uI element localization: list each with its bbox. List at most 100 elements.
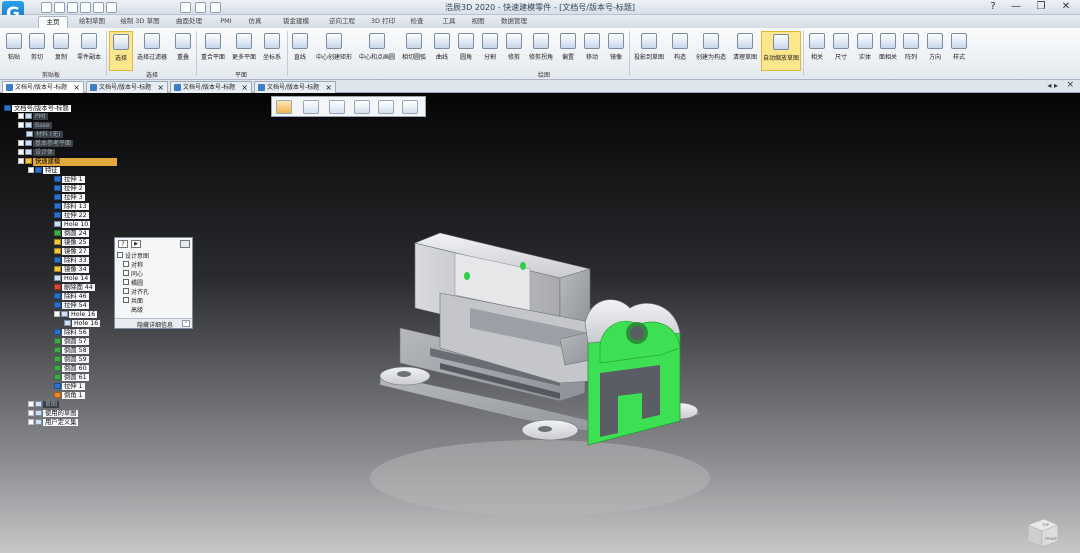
tab-tools[interactable]: 工具 xyxy=(436,16,462,28)
3d-viewport[interactable]: 文档号/版本号-标题 PMI Base 材料 (无) 基本参考平面 设计体 快速… xyxy=(0,93,1080,553)
measure-icon[interactable] xyxy=(354,100,370,114)
construction-button[interactable]: 构造 xyxy=(669,31,691,71)
checkbox-icon[interactable] xyxy=(28,401,34,407)
tab-sketch[interactable]: 绘制草图 xyxy=(74,16,110,28)
tab-view[interactable]: 视图 xyxy=(465,16,491,28)
tree-node-sketches[interactable]: 草图 xyxy=(28,401,60,409)
tree-node-feature[interactable]: 倒角 1 xyxy=(54,392,85,400)
close-icon[interactable]: × xyxy=(325,82,332,93)
tab-3d-print[interactable]: 3D 打印 xyxy=(367,16,399,28)
tree-node-feature[interactable]: 拉伸 2 xyxy=(54,185,85,193)
pin-icon[interactable] xyxy=(180,240,190,248)
trim-corner-button[interactable]: 修剪拐角 xyxy=(527,31,555,71)
tree-node-features[interactable]: 特征 xyxy=(28,167,60,175)
tree-node-feature[interactable]: 除料 46 xyxy=(54,293,89,301)
concentric-checkbox[interactable] xyxy=(123,270,129,276)
part-copy-button[interactable]: 零件副本 xyxy=(74,31,104,71)
paste-button[interactable]: 粘贴 xyxy=(3,31,25,71)
close-icon[interactable]: × xyxy=(157,82,164,93)
checkbox-icon[interactable] xyxy=(18,149,24,155)
tab-pmi[interactable]: PMI xyxy=(214,16,238,28)
tree-node-feature[interactable]: 倒圆 59 xyxy=(54,356,89,364)
tab-simulation[interactable]: 仿真 xyxy=(243,16,267,28)
tangent-arc-button[interactable]: 相切圆弧 xyxy=(399,31,429,71)
design-intent-checkbox[interactable] xyxy=(117,252,123,258)
tree-node-used-sketches[interactable]: 使用的草图 xyxy=(28,410,79,418)
document-tab[interactable]: 文档号/版本号-标题 × xyxy=(86,81,168,93)
tab-surfacing[interactable]: 曲面处理 xyxy=(171,16,207,28)
solid-button[interactable]: 实体 xyxy=(854,31,876,71)
tree-node-feature[interactable]: 拉伸 1 xyxy=(54,383,85,391)
view-cube[interactable]: TOP FRONT xyxy=(1022,515,1062,551)
tree-node-feature[interactable]: 倒圆 24 xyxy=(54,230,89,238)
face-relations-button[interactable]: 面相关 xyxy=(877,31,899,71)
tree-node-feature[interactable]: 倒圆 61 xyxy=(54,374,89,382)
clean-sketch-button[interactable]: 清理草图 xyxy=(731,31,759,71)
tab-home[interactable]: 主页 xyxy=(38,16,68,28)
line-button[interactable]: 直线 xyxy=(289,31,311,71)
document-tab[interactable]: 文档号/版本号-标题 × xyxy=(254,81,336,93)
fillet-button[interactable]: 圆角 xyxy=(455,31,477,71)
tab-scroll-icon[interactable]: ◂ ▸ xyxy=(1047,81,1058,90)
checkbox-icon[interactable] xyxy=(18,158,24,164)
coordinate-system-button[interactable]: 坐标系 xyxy=(260,31,284,71)
project-to-sketch-button[interactable]: 投影到草图 xyxy=(631,31,667,71)
more-planes-button[interactable]: 更多平面 xyxy=(229,31,259,71)
create-as-construction-button[interactable]: 创建为构造 xyxy=(693,31,729,71)
tree-node-feature[interactable]: 除料 33 xyxy=(54,257,89,265)
center-point-circle-button[interactable]: 中心和点画圆 xyxy=(357,31,397,71)
tree-node-feature[interactable]: 倒圆 58 xyxy=(54,347,89,355)
tree-node-document[interactable]: 文档号/版本号-标题 xyxy=(4,105,71,113)
tab-data-management[interactable]: 数据管理 xyxy=(496,16,532,28)
checkbox-icon[interactable] xyxy=(18,122,24,128)
tree-node-feature[interactable]: 除料 13 xyxy=(54,203,89,211)
document-tab[interactable]: 文档号/版本号-标题 × xyxy=(2,81,84,93)
tree-node-feature[interactable]: 拉伸 3 xyxy=(54,194,85,202)
minimize-button[interactable]: — xyxy=(1003,0,1029,14)
select-filter-button[interactable]: 选择过滤器 xyxy=(134,31,170,71)
tree-node-feature[interactable]: 倒圆 57 xyxy=(54,338,89,346)
overlap-button[interactable]: 重叠 xyxy=(172,31,194,71)
pattern-button[interactable]: 阵列 xyxy=(900,31,922,71)
tree-node-feature[interactable]: 拉伸 54 xyxy=(54,302,89,310)
tab-inspect[interactable]: 检查 xyxy=(404,16,430,28)
expand-icon[interactable] xyxy=(28,419,34,425)
tree-node-feature[interactable]: 删除面 44 xyxy=(54,284,95,292)
tree-node-feature[interactable]: 拉伸 22 xyxy=(54,212,89,220)
help-icon[interactable]: ? xyxy=(118,240,128,248)
expand-icon[interactable] xyxy=(28,410,34,416)
display-mode-icon[interactable] xyxy=(378,100,394,114)
document-tab[interactable]: 文档号/版本号-标题 × xyxy=(170,81,252,93)
close-icon[interactable]: × xyxy=(73,82,80,93)
tab-3d-sketch[interactable]: 绘制 3D 草图 xyxy=(116,16,164,28)
symmetric-checkbox[interactable] xyxy=(123,261,129,267)
advanced-link[interactable]: 高级 xyxy=(131,305,143,314)
relations-button[interactable]: 相关 xyxy=(806,31,828,71)
tree-node-feature[interactable]: Hole 16 xyxy=(64,320,101,328)
render-settings-icon[interactable] xyxy=(402,100,418,114)
tree-node-rapid-modeling[interactable]: 快速建模 xyxy=(18,158,124,166)
offset-button[interactable]: 偏置 xyxy=(557,31,579,71)
dimension-button[interactable]: 尺寸 xyxy=(830,31,852,71)
tree-node-base[interactable]: Base xyxy=(18,122,52,130)
ellipse-checkbox[interactable] xyxy=(123,279,129,285)
plane-lock-icon[interactable] xyxy=(303,100,319,114)
tree-node-feature[interactable]: Hole 14 xyxy=(54,275,91,283)
copy-button[interactable]: 复制 xyxy=(50,31,72,71)
restore-button[interactable]: ❐ xyxy=(1028,0,1054,14)
checkbox-icon[interactable] xyxy=(18,140,24,146)
tree-node-material[interactable]: 材料 (无) xyxy=(26,131,63,139)
style-button[interactable]: 样式 xyxy=(948,31,970,71)
tree-node-feature[interactable]: 拉伸 1 xyxy=(54,176,85,184)
tree-node-pmi[interactable]: PMI xyxy=(18,113,48,121)
close-icon[interactable]: × xyxy=(241,82,248,93)
tab-sheet-metal[interactable]: 钣金建模 xyxy=(275,16,317,28)
aligned-holes-checkbox[interactable] xyxy=(123,288,129,294)
tree-node-feature[interactable]: 镜像 25 xyxy=(54,239,89,247)
tree-node-feature[interactable]: 镜像 27 xyxy=(54,248,89,256)
mirror-button[interactable]: 镜像 xyxy=(605,31,627,71)
curve-button[interactable]: 曲线 xyxy=(431,31,453,71)
split-button[interactable]: 分割 xyxy=(479,31,501,71)
close-icon[interactable]: × xyxy=(1066,80,1074,90)
cut-button[interactable]: 剪切 xyxy=(26,31,48,71)
